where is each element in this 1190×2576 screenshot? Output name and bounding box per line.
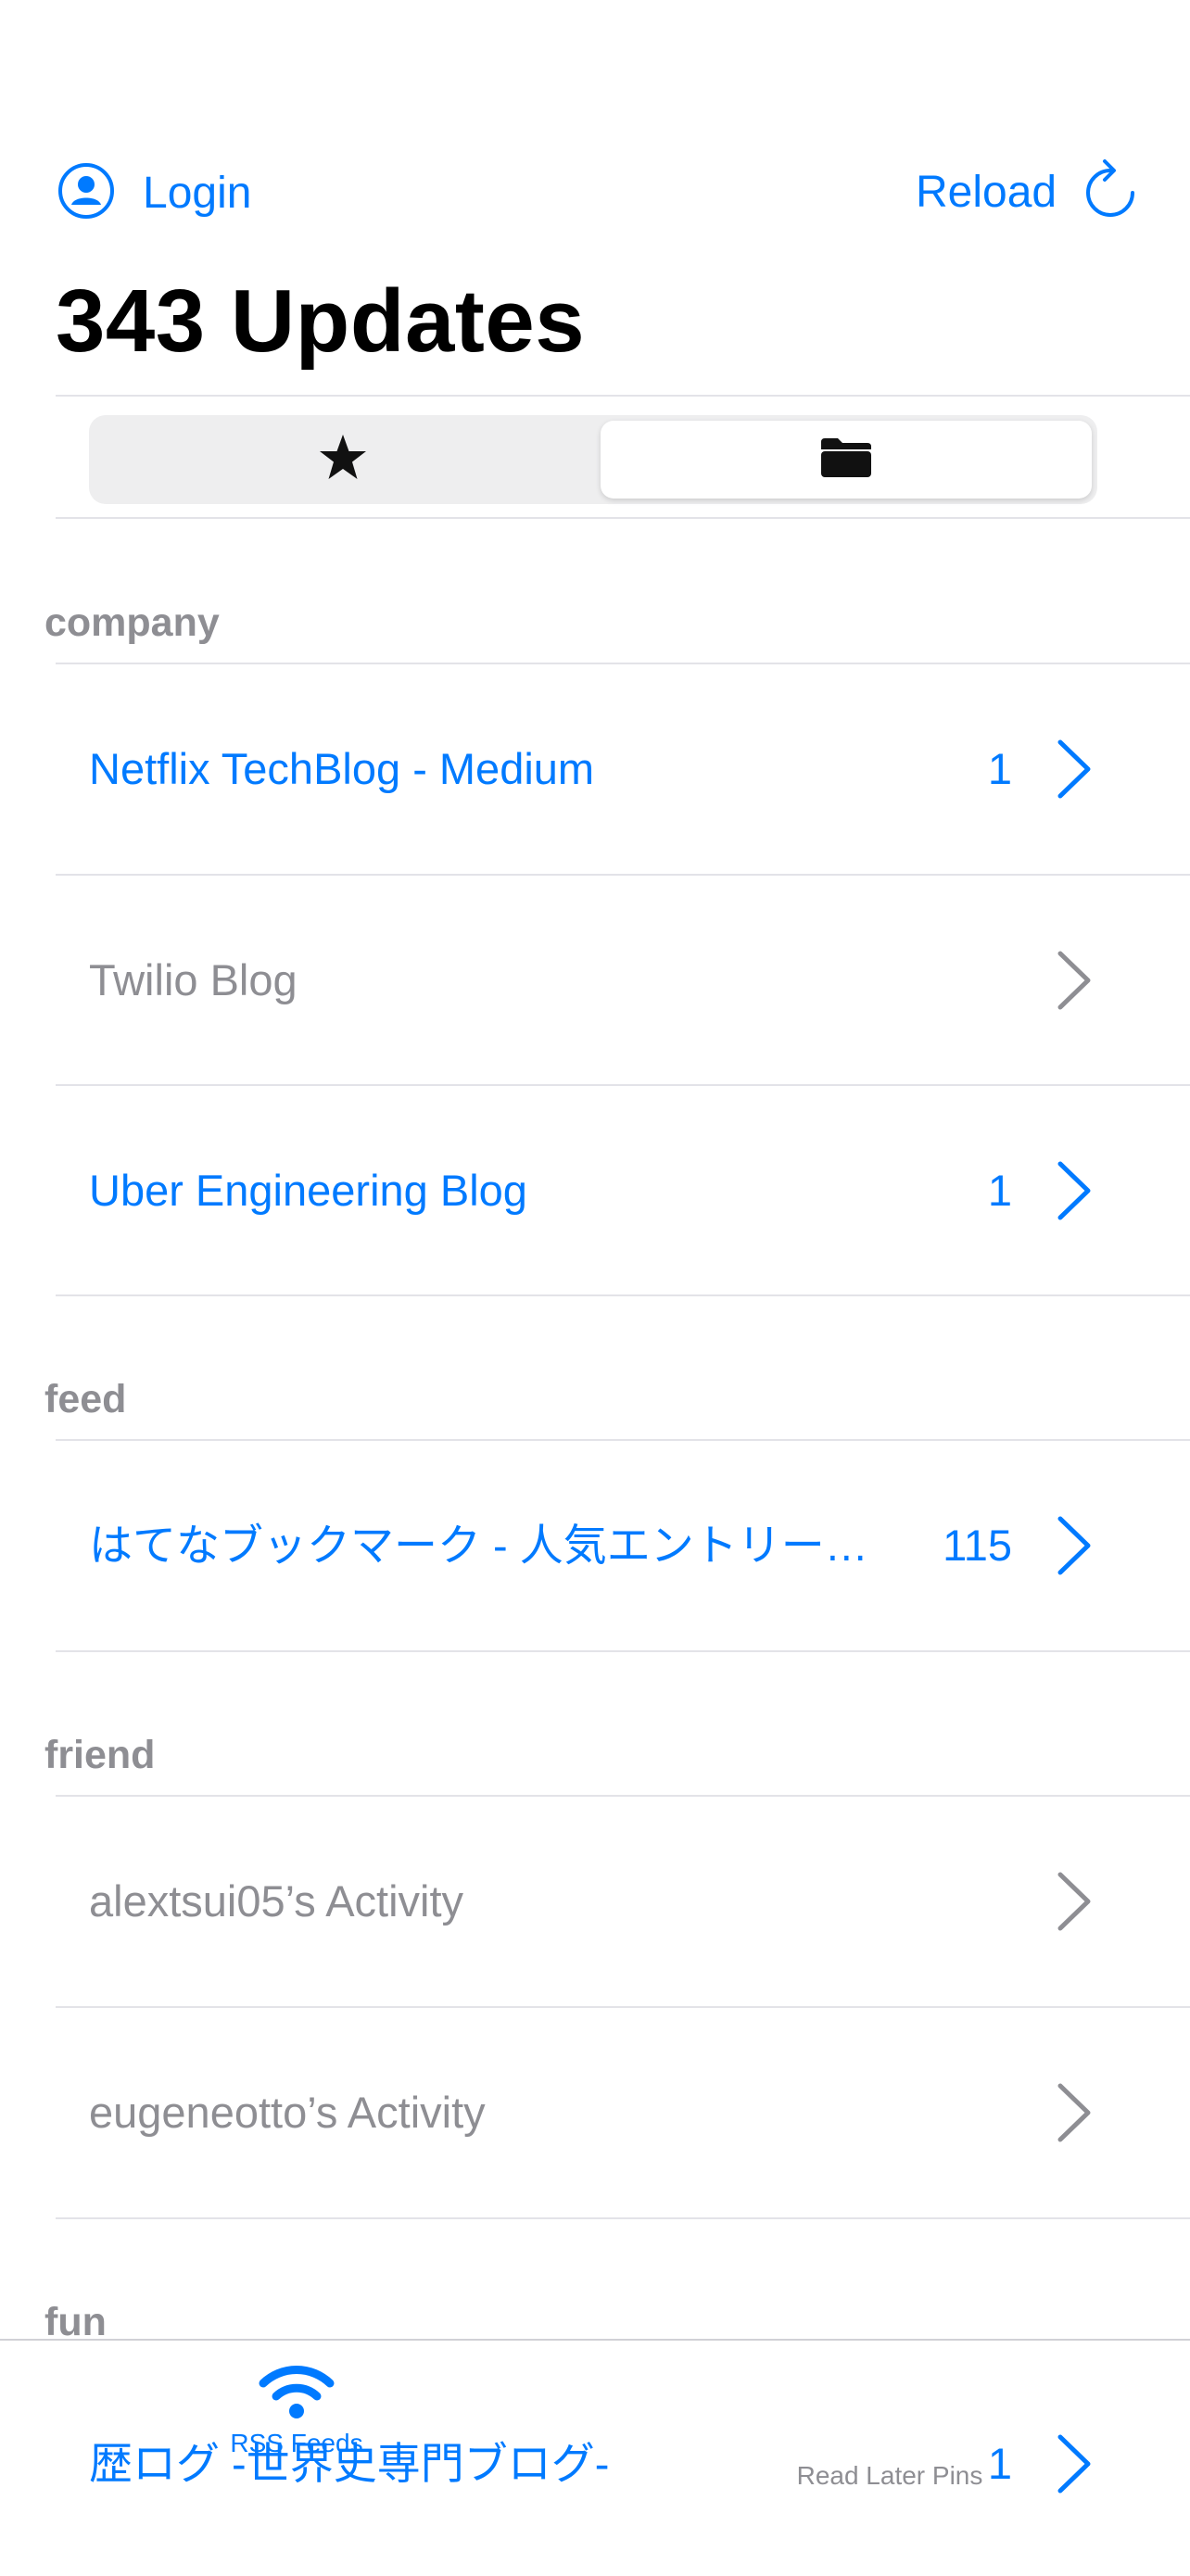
login-button[interactable]: Login	[57, 162, 251, 224]
unread-count: 1	[987, 744, 1012, 793]
feed-title: alextsui05’s Activity	[89, 1876, 464, 1926]
divider	[56, 517, 1190, 519]
tab-rss-feeds[interactable]: RSS Feeds	[167, 2363, 426, 2458]
segmented-control	[89, 415, 1097, 504]
wifi-icon	[167, 2363, 426, 2425]
chevron-right-icon	[1053, 2433, 1095, 2499]
divider	[56, 1294, 1190, 1296]
tab-label: Read Later Pins	[796, 2461, 983, 2490]
divider	[56, 395, 1190, 397]
chevron-right-icon	[1053, 1160, 1095, 1226]
feed-row-alextsui05[interactable]: alextsui05’s Activity	[0, 1797, 1190, 2006]
section-header-feed: feed	[44, 1377, 127, 1421]
divider	[56, 2217, 1190, 2219]
divider	[56, 1650, 1190, 1652]
feed-row-netflix[interactable]: Netflix TechBlog - Medium 1	[0, 664, 1190, 874]
tab-label: RSS Feeds	[230, 2429, 363, 2457]
feed-title: はてなブックマーク - 人気エントリー…	[89, 1521, 868, 1570]
folder-icon	[819, 436, 873, 484]
feed-title: Netflix TechBlog - Medium	[89, 744, 595, 793]
feed-row-twilio[interactable]: Twilio Blog	[0, 876, 1190, 1085]
star-icon	[317, 433, 369, 487]
feed-title: Uber Engineering Blog	[89, 1166, 527, 1215]
feed-row-uber[interactable]: Uber Engineering Blog 1	[0, 1086, 1190, 1295]
section-header-friend: friend	[44, 1733, 156, 1777]
chevron-right-icon	[1053, 739, 1095, 804]
section-header-company: company	[44, 600, 220, 645]
tab-read-later-pins[interactable]: Read Later Pins	[760, 2361, 1019, 2491]
feed-title: Twilio Blog	[89, 955, 298, 1004]
feed-title: eugeneotto’s Activity	[89, 2088, 486, 2137]
feed-row-hatena[interactable]: はてなブックマーク - 人気エントリー… 115	[0, 1441, 1190, 1650]
chevron-right-icon	[1053, 2082, 1095, 2148]
chevron-right-icon	[1053, 950, 1095, 1016]
feed-row-eugeneotto[interactable]: eugeneotto’s Activity	[0, 2008, 1190, 2217]
unread-count: 115	[943, 1521, 1012, 1570]
segment-favorites[interactable]	[95, 421, 591, 499]
page-title: 343 Updates	[56, 271, 586, 371]
reload-button[interactable]: Reload	[916, 159, 1138, 225]
chevron-right-icon	[1053, 1871, 1095, 1937]
reload-label: Reload	[916, 168, 1057, 217]
reload-icon	[1082, 159, 1138, 225]
chevron-right-icon	[1053, 1515, 1095, 1581]
segment-folders[interactable]	[601, 421, 1092, 499]
unread-count: 1	[987, 1166, 1012, 1215]
person-circle-icon	[57, 162, 115, 224]
login-label: Login	[143, 169, 252, 218]
